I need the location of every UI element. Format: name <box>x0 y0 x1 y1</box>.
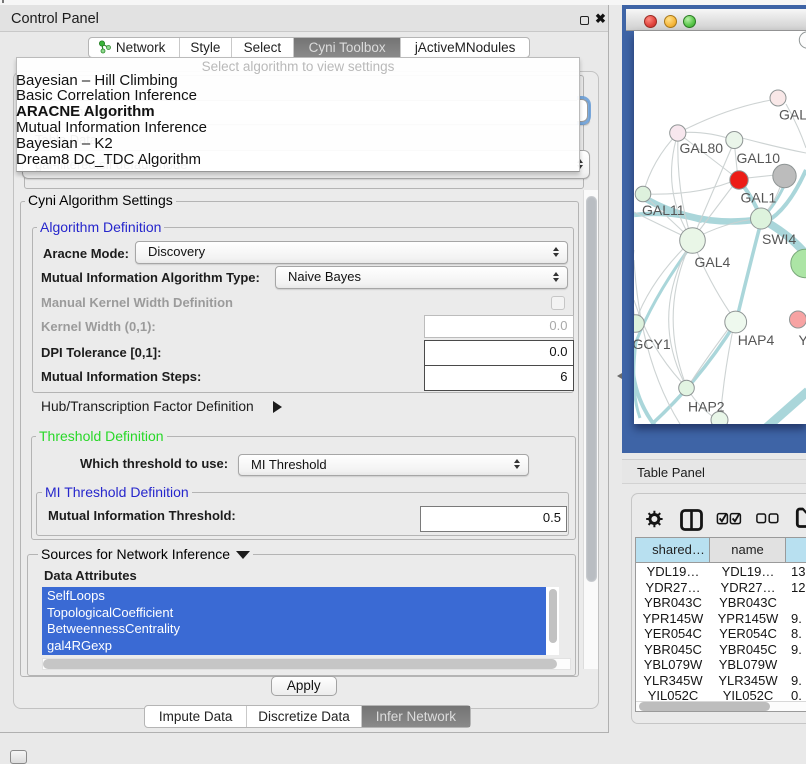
svg-text:GAL10: GAL10 <box>737 150 781 166</box>
svg-text:Y: Y <box>799 332 806 348</box>
svg-text:GCY1: GCY1 <box>634 336 671 352</box>
svg-text:SWI4: SWI4 <box>762 231 796 247</box>
svg-text:GAL1: GAL1 <box>741 190 777 206</box>
svg-text:GAL4: GAL4 <box>695 254 731 270</box>
svg-text:GAL11: GAL11 <box>642 202 685 218</box>
svg-text:GAL80: GAL80 <box>680 140 724 156</box>
svg-text:GAL7: GAL7 <box>779 107 806 123</box>
svg-text:HAP4: HAP4 <box>738 332 775 348</box>
svg-text:HAP2: HAP2 <box>688 399 725 415</box>
